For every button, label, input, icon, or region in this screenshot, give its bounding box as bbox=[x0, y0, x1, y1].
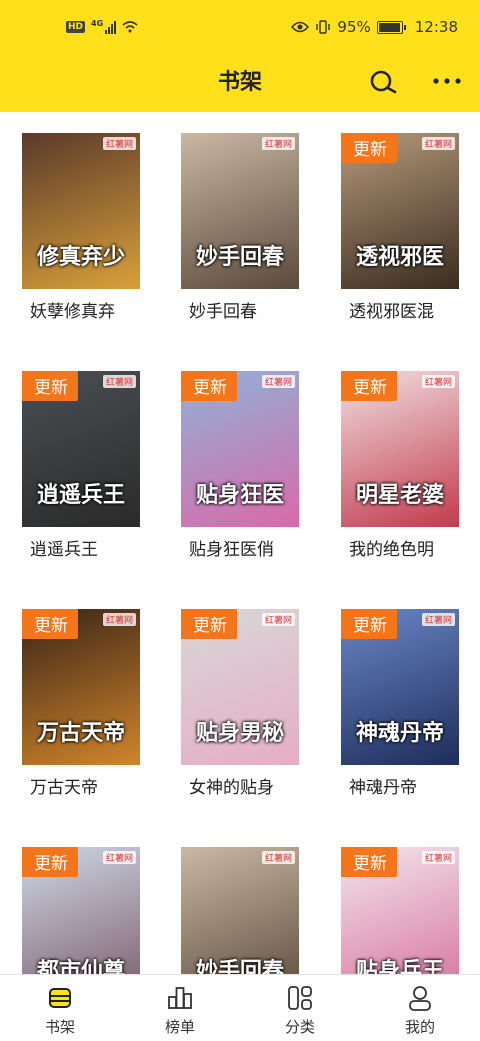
hd-indicator: HD bbox=[66, 21, 86, 33]
cover-title: 贴身狂医 bbox=[195, 482, 284, 508]
cover-logo: 红薯网 bbox=[102, 613, 136, 626]
cover-logo: 红薯网 bbox=[102, 851, 136, 864]
cover-logo: 红薯网 bbox=[102, 375, 136, 388]
update-badge: 更新 bbox=[22, 609, 78, 639]
cover-title: 妙手回春 bbox=[195, 958, 284, 974]
book-item[interactable]: 红薯网妙手回春 bbox=[181, 847, 299, 974]
tab-label: 我的 bbox=[404, 1018, 435, 1036]
update-badge: 更新 bbox=[341, 133, 397, 163]
cover-title: 万古天帝 bbox=[36, 720, 125, 746]
wifi-icon bbox=[122, 21, 138, 33]
category-icon bbox=[288, 986, 312, 1010]
book-item[interactable]: 红薯网逍遥兵王 更新逍遥兵王 bbox=[22, 371, 140, 560]
cover-title: 都市仙尊 bbox=[36, 958, 125, 974]
book-cover: 红薯网神魂丹帝 更新 bbox=[341, 609, 459, 765]
cover-logo: 红薯网 bbox=[421, 375, 455, 388]
book-item[interactable]: 红薯网明星老婆 更新我的绝色明 bbox=[341, 371, 459, 560]
book-cover: 红薯网都市仙尊 更新 bbox=[22, 847, 140, 974]
battery-percent: 95% bbox=[337, 18, 371, 36]
book-item[interactable]: 红薯网贴身兵王 更新 bbox=[341, 847, 459, 974]
book-cover: 红薯网贴身兵王 更新 bbox=[341, 847, 459, 974]
signal-icon bbox=[105, 20, 117, 34]
cover-logo: 红薯网 bbox=[261, 851, 295, 864]
update-badge: 更新 bbox=[22, 847, 78, 877]
cover-logo: 红薯网 bbox=[421, 613, 455, 626]
status-bar: HD 4G 95% 12:38 bbox=[0, 0, 480, 58]
tab-ranking[interactable]: 榜单 bbox=[120, 975, 240, 1041]
profile-icon bbox=[409, 986, 431, 1011]
tab-label: 榜单 bbox=[164, 1018, 195, 1036]
book-cover: 红薯网妙手回春 bbox=[181, 133, 299, 289]
tab-category[interactable]: 分类 bbox=[240, 975, 360, 1041]
book-cover: 红薯网贴身狂医 更新 bbox=[181, 371, 299, 527]
book-item[interactable]: 红薯网万古天帝 更新万古天帝 bbox=[22, 609, 140, 798]
cover-title: 明星老婆 bbox=[355, 482, 444, 508]
ranking-icon bbox=[168, 987, 192, 1009]
search-icon bbox=[370, 70, 397, 94]
tab-profile[interactable]: 我的 bbox=[360, 975, 480, 1041]
tab-label: 书架 bbox=[44, 1018, 75, 1036]
book-title: 透视邪医混 bbox=[349, 302, 434, 322]
page-title: 书架 bbox=[217, 70, 262, 95]
update-badge: 更新 bbox=[181, 371, 237, 401]
cover-title: 贴身男秘 bbox=[195, 720, 284, 746]
book-cover: 红薯网贴身男秘 更新 bbox=[181, 609, 299, 765]
top-bar: HD 4G 95% 12:38 书架 bbox=[0, 0, 480, 112]
clock: 12:38 bbox=[414, 18, 458, 36]
book-item[interactable]: 红薯网贴身狂医 更新贴身狂医俏 bbox=[181, 371, 299, 560]
book-item[interactable]: 红薯网透视邪医 更新透视邪医混 bbox=[341, 133, 459, 322]
book-title: 贴身狂医俏 bbox=[189, 540, 274, 560]
vibrate-icon bbox=[316, 20, 331, 34]
cover-logo: 红薯网 bbox=[261, 613, 295, 626]
cover-logo: 红薯网 bbox=[261, 137, 295, 150]
network-label: 4G bbox=[91, 18, 104, 28]
bookshelf-icon bbox=[49, 988, 71, 1008]
cover-title: 修真弃少 bbox=[36, 244, 125, 270]
more-button[interactable] bbox=[432, 70, 462, 92]
update-badge: 更新 bbox=[22, 371, 78, 401]
book-item[interactable]: 红薯网都市仙尊 更新 bbox=[22, 847, 140, 974]
bottom-tab-bar: 书架 榜单 分类 我的 bbox=[0, 974, 480, 1041]
cover-logo: 红薯网 bbox=[421, 137, 455, 150]
cover-title: 妙手回春 bbox=[195, 244, 284, 270]
cover-logo: 红薯网 bbox=[261, 375, 295, 388]
book-cover: 红薯网明星老婆 更新 bbox=[341, 371, 459, 527]
update-badge: 更新 bbox=[181, 609, 237, 639]
bookshelf-grid: 红薯网 修真弃少 妖孽修真弃 红薯网 妙手回春 妙手回春 红薯网 透视邪医 更新 透视邪医混 红薯网… bbox=[0, 112, 480, 974]
eye-comfort-icon bbox=[291, 21, 310, 33]
more-icon bbox=[433, 78, 461, 84]
update-badge: 更新 bbox=[341, 847, 397, 877]
book-item[interactable]: 红薯网贴身男秘 更新女神的贴身 bbox=[181, 609, 299, 798]
book-cover: 红薯网逍遥兵王 更新 bbox=[22, 371, 140, 527]
book-item[interactable]: 红薯网修真弃少妖孽修真弃 bbox=[22, 133, 140, 322]
cover-logo: 红薯网 bbox=[102, 137, 136, 150]
book-title: 万古天帝 bbox=[30, 778, 98, 798]
book-cover: 红薯网透视邪医 更新 bbox=[341, 133, 459, 289]
book-title: 逍遥兵王 bbox=[30, 540, 98, 560]
book-title: 妙手回春 bbox=[189, 302, 257, 322]
book-title: 女神的贴身 bbox=[189, 778, 274, 798]
update-badge: 更新 bbox=[341, 609, 397, 639]
cover-title: 神魂丹帝 bbox=[355, 720, 444, 746]
book-title: 神魂丹帝 bbox=[349, 778, 417, 798]
book-item[interactable]: 红薯网神魂丹帝 更新神魂丹帝 bbox=[341, 609, 459, 798]
search-button[interactable] bbox=[368, 68, 400, 96]
book-title: 我的绝色明 bbox=[349, 540, 434, 560]
update-badge: 更新 bbox=[341, 371, 397, 401]
tab-label: 分类 bbox=[284, 1018, 315, 1036]
tab-bookshelf[interactable]: 书架 bbox=[0, 975, 120, 1041]
cover-title: 贴身兵王 bbox=[355, 958, 444, 974]
cover-title: 逍遥兵王 bbox=[36, 482, 125, 508]
battery-icon bbox=[376, 20, 406, 34]
book-item[interactable]: 红薯网 妙手回春 妙手回春 bbox=[181, 133, 299, 322]
book-cover: 红薯网妙手回春 bbox=[181, 847, 299, 974]
book-cover: 红薯网万古天帝 更新 bbox=[22, 609, 140, 765]
cover-title: 透视邪医 bbox=[355, 244, 444, 270]
book-title: 妖孽修真弃 bbox=[30, 302, 115, 322]
book-cover: 红薯网修真弃少 bbox=[22, 133, 140, 289]
cover-logo: 红薯网 bbox=[421, 851, 455, 864]
